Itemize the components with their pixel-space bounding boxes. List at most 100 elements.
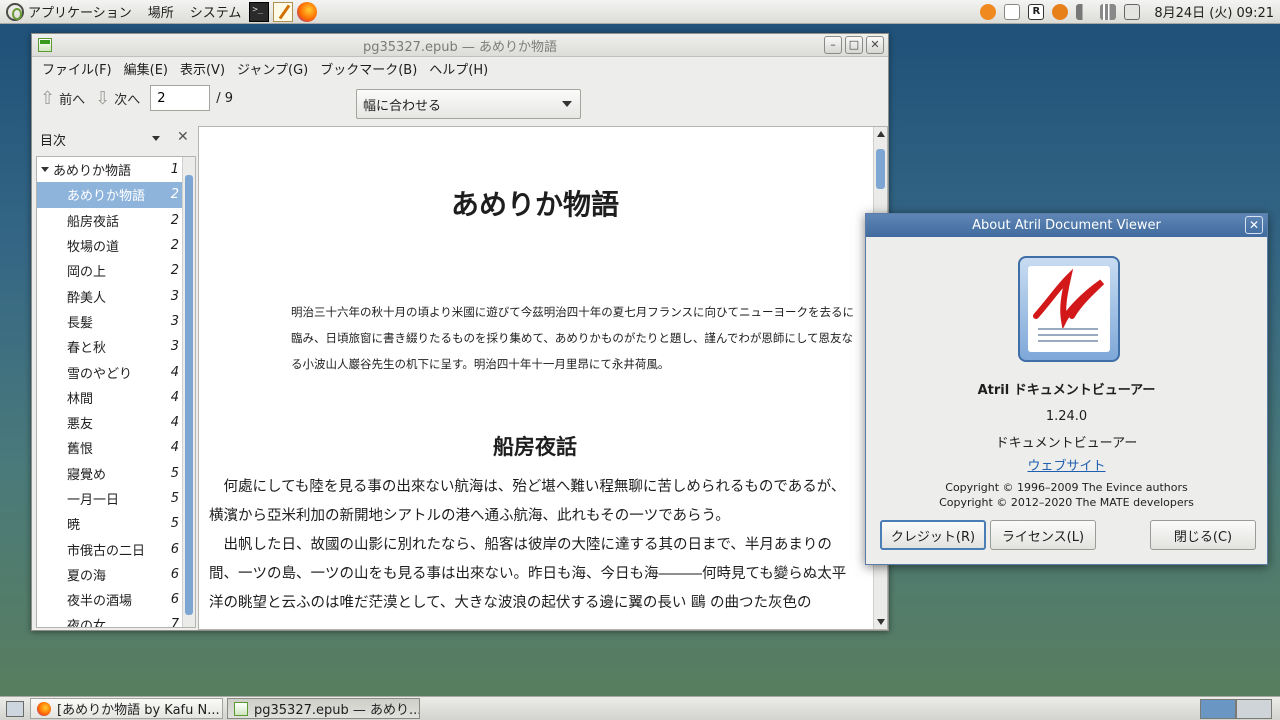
website-link[interactable]: ウェブサイト xyxy=(866,455,1267,474)
gear-icon[interactable] xyxy=(1052,3,1069,20)
sidebar-mode-dropdown-icon[interactable] xyxy=(152,136,160,141)
mate-logo-icon xyxy=(6,2,24,21)
toc-item[interactable]: 一月一日 5 xyxy=(37,486,183,511)
menu-go[interactable]: ジャンプ(G) xyxy=(231,59,314,78)
toc-item[interactable]: 船房夜話 2 xyxy=(37,208,183,233)
next-page-button[interactable]: ⇩ 次へ xyxy=(95,88,140,109)
toc-item-title: 牧場の道 xyxy=(67,240,120,256)
toc-item-title: 暁 xyxy=(67,518,81,534)
taskbar-item-firefox[interactable]: [あめりか物語 by Kafu N... xyxy=(30,698,223,719)
menu-bookmarks[interactable]: ブックマーク(B) xyxy=(314,59,423,78)
toc-item[interactable]: 酔美人 3 xyxy=(37,283,183,308)
toc-item-page: 7 xyxy=(170,617,179,628)
places-menu[interactable]: 場所 xyxy=(138,0,180,24)
toc-item[interactable]: あめりか物語 1 xyxy=(37,157,183,182)
network-icon[interactable] xyxy=(1100,3,1117,20)
show-desktop-icon[interactable] xyxy=(6,700,24,717)
minimize-button[interactable]: – xyxy=(824,36,842,54)
toc-item-title: 春と秋 xyxy=(67,341,107,357)
chevron-down-icon xyxy=(562,101,572,107)
menu-view[interactable]: 表示(V) xyxy=(174,59,231,78)
about-dialog: About Atril Document Viewer ✕ Atril ドキュメ… xyxy=(865,213,1268,565)
window-controls: – □ ✕ xyxy=(821,36,884,54)
sidebar-close-icon[interactable]: ✕ xyxy=(177,129,189,145)
toc-item-title: 長髪 xyxy=(67,315,94,331)
page-number-input[interactable] xyxy=(150,85,211,111)
toc-item-title: 夏の海 xyxy=(67,568,107,584)
zoom-value: 幅に合わせる xyxy=(363,98,442,114)
toc-item[interactable]: 雪のやどり 4 xyxy=(37,359,183,384)
menu-file[interactable]: ファイル(F) xyxy=(36,59,118,78)
page-total: / 9 xyxy=(216,90,234,106)
maximize-button[interactable]: □ xyxy=(845,36,863,54)
keyboard-icon[interactable] xyxy=(1004,3,1021,20)
toc-item-title: 林間 xyxy=(67,391,94,407)
toc-item[interactable]: 夜の女 7 xyxy=(37,612,183,628)
license-button[interactable]: ライセンス(L) xyxy=(990,520,1096,550)
toc-item[interactable]: 長髪 3 xyxy=(37,309,183,334)
toc-item-title: 夜の女 xyxy=(67,619,107,628)
toc-scrollbar[interactable] xyxy=(182,157,195,627)
toc-item-title: 船房夜話 xyxy=(67,214,120,230)
toc-item[interactable]: 悪友 4 xyxy=(37,410,183,435)
toc-item[interactable]: 林間 4 xyxy=(37,385,183,410)
workspace-2[interactable] xyxy=(1236,698,1272,719)
toc-scrollbar-thumb[interactable] xyxy=(185,175,193,615)
r-icon[interactable]: R xyxy=(1028,3,1045,20)
text-editor-launcher-icon[interactable] xyxy=(273,1,294,22)
zoom-select[interactable]: 幅に合わせる xyxy=(356,89,581,119)
clock[interactable]: 8月24日 (火) 09:21 xyxy=(1154,2,1274,21)
toc-item-title: 市俄古の二日 xyxy=(67,543,146,559)
scroll-down-icon[interactable] xyxy=(877,619,885,625)
sidebar-mode-label[interactable]: 目次 xyxy=(40,130,66,149)
scroll-up-icon[interactable] xyxy=(877,131,885,137)
battery-icon[interactable] xyxy=(1124,3,1141,20)
close-button[interactable]: ✕ xyxy=(866,36,884,54)
copyright-line: Copyright © 1996–2009 The Evince authors xyxy=(945,481,1188,494)
toc-item[interactable]: 夏の海 6 xyxy=(37,562,183,587)
atril-app-icon xyxy=(38,38,52,52)
toc-item[interactable]: 寢覺め 5 xyxy=(37,461,183,486)
firefox-launcher-icon[interactable] xyxy=(297,1,318,22)
toc-item[interactable]: 岡の上 2 xyxy=(37,258,183,283)
credits-button[interactable]: クレジット(R) xyxy=(880,520,986,550)
about-version: 1.24.0 xyxy=(1045,409,1088,424)
toc-item-page: 4 xyxy=(170,440,179,456)
taskbar-item-atril[interactable]: pg35327.epub — あめり... xyxy=(227,698,420,719)
close-dialog-button[interactable]: 閉じる(C) xyxy=(1150,520,1256,550)
atril-logo-icon xyxy=(1018,256,1120,362)
copyright-line: Copyright © 2012–2020 The MATE developer… xyxy=(939,496,1194,509)
about-titlebar[interactable]: About Atril Document Viewer ✕ xyxy=(866,214,1267,237)
toc-item[interactable]: あめりか物語 2 xyxy=(37,182,183,208)
top-panel: アプリケーション 場所 システム R 8月24日 (火) 09:21 xyxy=(0,0,1280,24)
toc-item[interactable]: 牧場の道 2 xyxy=(37,233,183,258)
toc-item-title: 夜半の酒場 xyxy=(67,594,133,610)
about-app-name: Atril ドキュメントビューアー xyxy=(977,383,1156,398)
document-view[interactable]: あめりか物語 明治三十六年の秋十月の頃より米國に遊びて今茲明治四十年の夏七月フラ… xyxy=(198,126,888,630)
system-menu[interactable]: システム xyxy=(180,0,248,24)
applications-menu[interactable]: アプリケーション xyxy=(0,0,138,24)
firefox-icon xyxy=(37,701,51,716)
previous-page-button[interactable]: ⇧ 前へ xyxy=(40,88,85,109)
terminal-launcher-icon[interactable] xyxy=(249,1,270,22)
toc-item-title: 悪友 xyxy=(67,417,94,433)
about-close-icon[interactable]: ✕ xyxy=(1245,216,1263,234)
atril-main-window: pg35327.epub — あめりか物語 – □ ✕ ファイル(F) 編集(E… xyxy=(31,33,889,631)
toc-item[interactable]: 夜半の酒場 6 xyxy=(37,587,183,612)
document-title: あめりか物語 xyxy=(450,188,619,221)
toc-item[interactable]: 春と秋 3 xyxy=(37,334,183,359)
workspace-1[interactable] xyxy=(1200,698,1236,719)
update-icon[interactable] xyxy=(980,3,997,20)
toc-item[interactable]: 暁5 xyxy=(37,511,183,536)
main-titlebar[interactable]: pg35327.epub — あめりか物語 – □ ✕ xyxy=(32,34,888,57)
menu-edit[interactable]: 編集(E) xyxy=(118,59,174,78)
document-scrollbar-thumb[interactable] xyxy=(876,149,885,189)
toc-item-page: 2 xyxy=(170,212,179,228)
toc-item[interactable]: 市俄古の二日 6 xyxy=(37,536,183,561)
atril-icon xyxy=(234,701,248,716)
toc-item[interactable]: 舊恨 4 xyxy=(37,435,183,460)
menu-help[interactable]: ヘルプ(H) xyxy=(423,59,494,78)
chapter-heading: 船房夜話 xyxy=(493,435,577,459)
toc-item-page: 5 xyxy=(170,516,179,532)
volume-icon[interactable] xyxy=(1076,3,1093,20)
